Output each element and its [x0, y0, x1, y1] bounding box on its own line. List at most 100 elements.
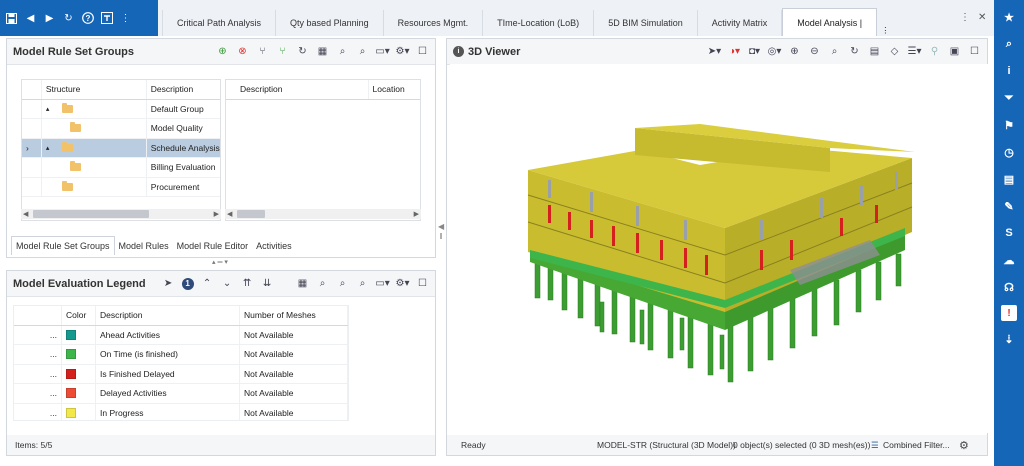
legend-row[interactable]: ... Delayed Activities Not Available	[14, 384, 348, 404]
tab-4[interactable]: 5D BIM Simulation	[594, 10, 698, 36]
legend-row[interactable]: ... Is Finished Delayed Not Available	[14, 364, 348, 384]
rule-set-row[interactable]: ▴ Default Group	[22, 99, 220, 119]
info-badge[interactable]: 1	[181, 277, 194, 290]
window-icon[interactable]: ▣	[948, 45, 961, 58]
search-icon[interactable]: ⌕	[336, 277, 349, 290]
cube-icon[interactable]: ◇	[888, 45, 901, 58]
rule-set-row[interactable]: › ▴ Schedule Analysis (I	[22, 138, 220, 158]
horizontal-splitter[interactable]: ▴ ═ ▾	[195, 259, 245, 267]
refresh-icon[interactable]: ↻	[296, 45, 309, 58]
clock-icon[interactable]: ◷	[1000, 143, 1018, 161]
color-swatch[interactable]	[66, 368, 76, 379]
structure-cell[interactable]	[42, 158, 147, 177]
document-icon[interactable]: ▤	[1000, 170, 1018, 188]
map-icon[interactable]: ▤	[868, 45, 881, 58]
structure-column-header[interactable]: Structure	[42, 80, 147, 99]
forward-icon[interactable]: ▶	[43, 12, 56, 25]
filter-icon[interactable]: ⏷	[1000, 89, 1018, 107]
close-icon[interactable]: ✕	[978, 12, 986, 23]
settings-icon[interactable]: ⚙▾	[396, 45, 410, 58]
tab-3[interactable]: TIme-Location (LoB)	[483, 10, 595, 36]
settings-icon[interactable]: ⚙	[959, 439, 969, 452]
rule-set-row[interactable]: Procurement	[22, 177, 220, 197]
combined-filter[interactable]: Combined Filter...	[883, 440, 950, 450]
legend-row[interactable]: ... On Time (is finished) Not Available	[14, 345, 348, 365]
legend-description-column-header[interactable]: Description	[96, 306, 240, 325]
maximize-icon[interactable]: ☐	[416, 45, 429, 58]
structure-cell[interactable]	[42, 177, 147, 196]
tab-0[interactable]: Critical Path Analysis	[162, 10, 277, 36]
expander-icon[interactable]: ▴	[46, 105, 56, 113]
visibility-icon[interactable]: ◎▾	[768, 45, 782, 58]
color-swatch[interactable]	[66, 388, 76, 399]
skype-icon[interactable]: S	[1000, 224, 1018, 242]
tab-5[interactable]: Activity Matrix	[698, 10, 783, 36]
row-menu[interactable]: ...	[14, 384, 62, 403]
color-swatch[interactable]	[66, 349, 76, 360]
back-icon[interactable]: ◀	[24, 12, 37, 25]
grid-icon[interactable]: ▦	[316, 45, 329, 58]
star-add-icon[interactable]: ★	[1000, 8, 1018, 26]
chevron-up-icon[interactable]: ⌃	[201, 277, 214, 290]
expander-icon[interactable]: ▴	[46, 144, 56, 152]
delete-icon[interactable]: ⊗	[236, 45, 249, 58]
rule-set-row[interactable]: Model Quality	[22, 119, 220, 139]
link-icon[interactable]: ⚲	[928, 45, 941, 58]
save-icon[interactable]	[5, 12, 18, 25]
tab-menu-icon[interactable]: ⋮	[960, 12, 970, 23]
search-icon[interactable]: ⌕	[356, 45, 369, 58]
meshes-column-header[interactable]: Number of Meshes	[240, 306, 348, 325]
tab-6[interactable]: Model Analysis |	[782, 8, 878, 36]
rule-set-row[interactable]: Billing Evaluation	[22, 158, 220, 178]
row-menu[interactable]: ...	[14, 325, 62, 344]
building-model[interactable]	[450, 64, 988, 404]
select-icon[interactable]: ➤▾	[708, 45, 721, 58]
detail-scrollbar[interactable]: ◀ ▶	[225, 209, 421, 219]
row-menu[interactable]: ...	[14, 345, 62, 364]
rotate-icon[interactable]: ↻	[848, 45, 861, 58]
detail-description-column-header[interactable]: Description	[226, 80, 369, 99]
structure-scrollbar[interactable]: ◀ ▶	[21, 209, 221, 219]
hierarchy-sub-icon[interactable]: ⑂	[276, 45, 289, 58]
structure-cell[interactable]: ▴	[42, 99, 147, 118]
subtab-2[interactable]: Model Rule Editor	[173, 236, 253, 255]
help-icon[interactable]: ?	[81, 12, 94, 25]
vertical-splitter[interactable]: ◀ ‖	[438, 222, 444, 262]
settings-icon[interactable]: ⚙▾	[396, 277, 410, 290]
location-column-header[interactable]: Location	[369, 80, 420, 99]
tab-2[interactable]: Resources Mgmt.	[384, 10, 484, 36]
refresh-icon[interactable]: ↻	[62, 12, 75, 25]
color-swatch[interactable]	[66, 329, 76, 340]
hierarchy-icon[interactable]: ⑂	[256, 45, 269, 58]
grid-icon[interactable]: ▦	[296, 277, 309, 290]
zoom-fit-icon[interactable]: ⌕	[828, 45, 841, 58]
tab-1[interactable]: Qty based Planning	[276, 10, 384, 36]
double-chevron-up-icon[interactable]: ⇈	[241, 277, 254, 290]
3d-viewport[interactable]	[450, 64, 988, 433]
maximize-icon[interactable]: ☐	[968, 45, 981, 58]
legend-row[interactable]: ... In Progress Not Available	[14, 403, 348, 420]
subtab-3[interactable]: Activities	[252, 236, 296, 255]
pointer-icon[interactable]: ➤	[162, 277, 175, 290]
chevron-down-icon[interactable]: ⌄	[221, 277, 234, 290]
tools-icon[interactable]: ✎	[1000, 197, 1018, 215]
clipboard-icon[interactable]: ▭▾	[375, 45, 389, 58]
info-icon[interactable]: i	[1000, 62, 1018, 80]
subtab-0[interactable]: Model Rule Set Groups	[11, 236, 115, 255]
cloud-icon[interactable]: ☁	[1000, 251, 1018, 269]
export-icon[interactable]	[100, 12, 113, 25]
tab-options-icon[interactable]: ⋮	[881, 25, 890, 36]
alert-icon[interactable]: !	[1001, 305, 1017, 321]
zoom-in-icon[interactable]: ⊕	[788, 45, 801, 58]
zoom-out-icon[interactable]: ⊖	[808, 45, 821, 58]
zoom-icon[interactable]: ⌕	[316, 277, 329, 290]
color-icon[interactable]: ◑▾	[728, 45, 741, 58]
filter-icon[interactable]: ☰	[871, 440, 879, 451]
download-icon[interactable]: ⇣	[1000, 330, 1018, 348]
add-icon[interactable]: ⊕	[216, 45, 229, 58]
support-icon[interactable]: ☊	[1000, 278, 1018, 296]
double-chevron-down-icon[interactable]: ⇊	[261, 277, 274, 290]
search-icon[interactable]: ⌕	[1000, 35, 1018, 53]
color-swatch[interactable]	[66, 407, 76, 418]
row-menu[interactable]: ...	[14, 364, 62, 383]
